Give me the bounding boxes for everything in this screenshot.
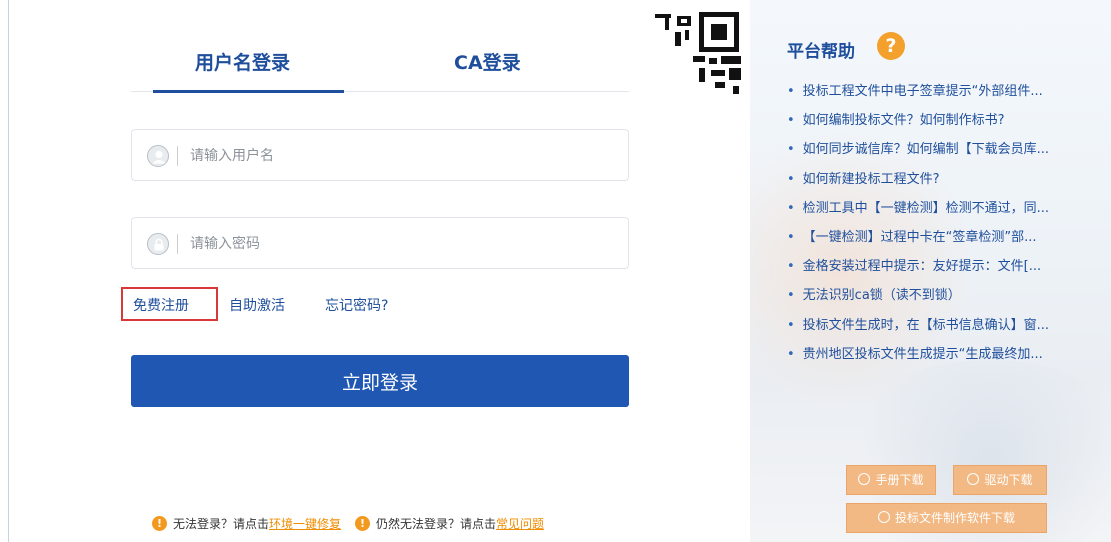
notice-text-1: 无法登录？请点击	[173, 517, 270, 531]
tab-ca-login[interactable]: CA登录	[454, 48, 521, 75]
driver-download-button[interactable]: 驱动下载	[953, 465, 1047, 495]
help-item[interactable]: 如何编制投标文件？如何制作标书?	[787, 109, 1049, 138]
download-circle-icon	[858, 473, 871, 485]
manual-download-label: 手册下载	[875, 473, 924, 487]
help-item[interactable]: 如何新建投标工程文件?	[787, 168, 1049, 197]
help-title: 平台帮助	[787, 42, 855, 62]
help-item[interactable]: 如何同步诚信库？如何编制【下载会员库...	[787, 138, 1049, 167]
help-item[interactable]: 投标文件生成时，在【标书信息确认】窗...	[787, 314, 1049, 343]
download-circle-icon	[877, 511, 890, 523]
active-tab-indicator	[153, 90, 344, 93]
driver-download-label: 驱动下载	[984, 473, 1033, 487]
field-separator	[177, 234, 178, 254]
register-link[interactable]: 免费注册	[133, 295, 189, 315]
user-circle-icon	[147, 145, 169, 167]
help-item[interactable]: 贵州地区投标文件生成提示“生成最终加...	[787, 343, 1049, 372]
help-panel: 平台帮助 ? 投标工程文件中电子签章提示“外部组件... 如何编制投标文件？如何…	[750, 0, 1111, 542]
download-circle-icon	[967, 473, 980, 485]
login-page: 用户名登录 CA登录 免费注册 自助激活 忘记密码? 立即登录 ! 无法登录？请点…	[0, 0, 1111, 542]
lock-circle-icon	[147, 233, 169, 255]
password-field	[131, 217, 629, 269]
warning-icon: !	[152, 516, 167, 531]
manual-download-button[interactable]: 手册下载	[846, 465, 936, 495]
help-item[interactable]: 检测工具中【一键检测】检测不通过，同...	[787, 197, 1049, 226]
help-list: 投标工程文件中电子签章提示“外部组件... 如何编制投标文件？如何制作标书? 如…	[787, 80, 1049, 372]
activate-link[interactable]: 自助激活	[229, 295, 285, 315]
login-help-notice: ! 无法登录？请点击环境一键修复! 仍然无法登录？请点击常见问题	[152, 515, 544, 535]
login-tabs: 用户名登录 CA登录	[131, 40, 629, 93]
help-item[interactable]: 【一键检测】过程中卡在“签章检测”部...	[787, 226, 1049, 255]
help-item[interactable]: 金格安装过程中提示：友好提示：文件[...	[787, 255, 1049, 284]
notice-text-2: 仍然无法登录？请点击	[376, 517, 497, 531]
username-input[interactable]	[190, 144, 610, 168]
software-download-label: 投标文件制作软件下载	[894, 511, 1015, 525]
question-mark-icon: ?	[877, 32, 905, 60]
password-input[interactable]	[190, 232, 610, 256]
qr-code-icon[interactable]	[655, 10, 745, 102]
help-item[interactable]: 投标工程文件中电子签章提示“外部组件...	[787, 80, 1049, 109]
login-button[interactable]: 立即登录	[131, 355, 629, 407]
env-repair-link[interactable]: 环境一键修复	[269, 517, 341, 531]
tab-username-login[interactable]: 用户名登录	[195, 48, 290, 75]
left-border	[8, 0, 9, 542]
username-field	[131, 129, 629, 181]
help-item[interactable]: 无法识别ca锁（读不到锁）	[787, 284, 1049, 313]
faq-link[interactable]: 常见问题	[496, 517, 544, 531]
forgot-password-link[interactable]: 忘记密码?	[325, 295, 388, 315]
warning-icon: !	[355, 516, 371, 531]
field-separator	[177, 146, 178, 166]
software-download-button[interactable]: 投标文件制作软件下载	[846, 503, 1047, 533]
